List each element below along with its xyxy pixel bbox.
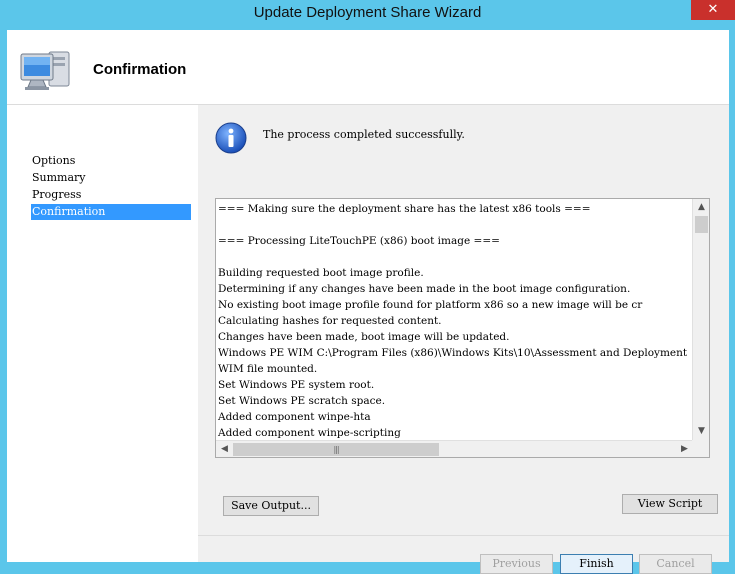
info-icon <box>215 122 247 154</box>
log-line: Added component winpe-hta <box>218 411 371 423</box>
wizard-content: The process completed successfully. === … <box>198 105 729 574</box>
step-progress[interactable]: Progress <box>31 187 191 203</box>
log-line: Changes have been made, boot image will … <box>218 331 510 343</box>
log-line: Set Windows PE system root. <box>218 379 375 391</box>
cancel-button[interactable]: Cancel <box>639 554 712 574</box>
log-line: Set Windows PE scratch space. <box>218 395 386 407</box>
vertical-scrollbar[interactable]: ▲ ▼ <box>692 199 709 440</box>
log-line: Determining if any changes have been mad… <box>218 283 631 295</box>
footer-divider <box>198 535 729 536</box>
log-line: WIM file mounted. <box>218 363 318 375</box>
scroll-down-icon[interactable]: ▼ <box>693 423 710 440</box>
scrollbar-corner <box>692 440 709 457</box>
output-log[interactable]: === Making sure the deployment share has… <box>215 198 710 458</box>
wizard-window: Update Deployment Share Wizard ✕ Confirm… <box>0 0 735 574</box>
log-line: Calculating hashes for requested content… <box>218 315 442 327</box>
log-line: === Processing LiteTouchPE (x86) boot im… <box>218 235 500 247</box>
save-output-button[interactable]: Save Output... <box>223 496 319 516</box>
log-line: Windows PE WIM C:\Program Files (x86)\Wi… <box>218 347 688 359</box>
step-confirmation[interactable]: Confirmation <box>31 204 191 220</box>
wizard-client: Confirmation Options Summary Progress Co… <box>7 30 729 574</box>
close-icon: ✕ <box>707 2 719 17</box>
log-content: === Making sure the deployment share has… <box>216 199 693 440</box>
computer-icon <box>20 51 70 90</box>
wizard-header: Confirmation <box>7 30 729 105</box>
wizard-steps: Options Summary Progress Confirmation <box>7 105 198 562</box>
scroll-right-icon[interactable]: ▶ <box>676 441 693 458</box>
page-title: Confirmation <box>93 61 187 78</box>
previous-button[interactable]: Previous <box>480 554 553 574</box>
log-line: Building requested boot image profile. <box>218 267 424 279</box>
title-bar[interactable]: Update Deployment Share Wizard ✕ <box>0 0 735 30</box>
vertical-scroll-thumb[interactable] <box>695 216 708 233</box>
horizontal-scrollbar[interactable]: ◀ ||| ▶ <box>216 440 693 457</box>
finish-button[interactable]: Finish <box>560 554 633 574</box>
scroll-up-icon[interactable]: ▲ <box>693 199 710 216</box>
log-line: No existing boot image profile found for… <box>218 299 643 311</box>
log-line: === Making sure the deployment share has… <box>218 203 591 215</box>
window-title: Update Deployment Share Wizard <box>253 4 482 21</box>
close-button[interactable]: ✕ <box>691 0 735 20</box>
horizontal-scroll-thumb[interactable]: ||| <box>233 443 439 456</box>
view-script-button[interactable]: View Script <box>622 494 718 514</box>
log-line: Added component winpe-scripting <box>218 427 401 439</box>
status-message: The process completed successfully. <box>263 128 465 141</box>
step-options[interactable]: Options <box>31 153 191 169</box>
scroll-left-icon[interactable]: ◀ <box>216 441 233 458</box>
step-summary[interactable]: Summary <box>31 170 191 186</box>
